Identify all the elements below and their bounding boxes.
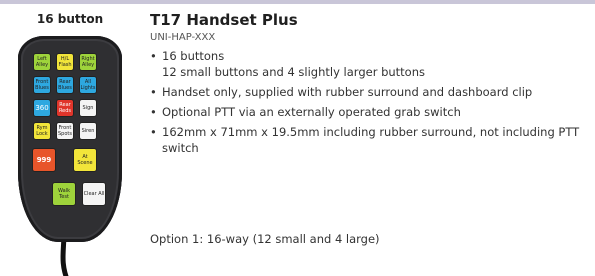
handset-button-360[interactable]: 360 xyxy=(33,99,51,117)
feature-list: 16 buttons 12 small buttons and 4 slight… xyxy=(150,48,590,160)
handset-button-rear-reds[interactable]: Rear Reds xyxy=(56,99,74,117)
button-label: H/L Flash xyxy=(58,56,72,68)
product-code: UNI-HAP-XXX xyxy=(150,32,216,43)
button-label: Clear All xyxy=(83,191,105,197)
button-label: All Lights xyxy=(80,79,96,91)
handset-button-999[interactable]: 999 xyxy=(32,148,56,172)
feature-item: Handset only, supplied with rubber surro… xyxy=(150,84,590,100)
feature-item: 162mm x 71mm x 19.5mm including rubber s… xyxy=(150,124,590,156)
handset-device: Left Alley H/L Flash Right Alley Front B… xyxy=(18,36,122,242)
handset-button-right-alley[interactable]: Right Alley xyxy=(79,53,97,71)
button-label: Front Blues xyxy=(35,79,49,91)
handset-button-all-lights[interactable]: All Lights xyxy=(79,76,97,94)
feature-item: 16 buttons 12 small buttons and 4 slight… xyxy=(150,48,590,80)
handset-button-walk-test[interactable]: Walk Test xyxy=(52,182,76,206)
feature-subtext: 12 small buttons and 4 slightly larger b… xyxy=(162,65,426,79)
feature-item: Optional PTT via an externally operated … xyxy=(150,104,590,120)
option-line: Option 1: 16-way (12 small and 4 large) xyxy=(150,232,380,246)
button-label: 999 xyxy=(36,156,52,164)
button-label: At Scene xyxy=(77,154,93,166)
handset-button-left-alley[interactable]: Left Alley xyxy=(33,53,51,71)
handset-button-rear-blues[interactable]: Rear Blues xyxy=(56,76,74,94)
handset-button-front-spots[interactable]: Front Spots xyxy=(56,122,74,140)
button-label: Walk Test xyxy=(58,188,70,200)
button-label: Rear Reds xyxy=(58,102,72,114)
product-title: T17 Handset Plus xyxy=(150,11,298,29)
handset-button-clear-all[interactable]: Clear All xyxy=(82,182,106,206)
button-label: Rym Lock xyxy=(36,125,48,137)
feature-text: 16 buttons xyxy=(162,49,225,63)
handset-button-front-blues[interactable]: Front Blues xyxy=(33,76,51,94)
button-label: Front Spots xyxy=(58,125,72,137)
button-label: 360 xyxy=(35,104,49,112)
button-label: Sign xyxy=(82,105,94,111)
feature-text: Handset only, supplied with rubber surro… xyxy=(162,85,533,99)
handset-button-at-scene[interactable]: At Scene xyxy=(73,148,97,172)
feature-text: Optional PTT via an externally operated … xyxy=(162,105,461,119)
handset-button-sign[interactable]: Sign xyxy=(79,99,97,117)
button-label: Left Alley xyxy=(35,56,49,68)
handset-button-rym-lock[interactable]: Rym Lock xyxy=(33,122,51,140)
button-label: Siren xyxy=(81,128,95,134)
button-label: Rear Blues xyxy=(58,79,72,91)
option-label: Option 1: 16-way xyxy=(150,232,249,246)
handset-button-hl-flash[interactable]: H/L Flash xyxy=(56,53,74,71)
option-detail: (12 small and 4 large) xyxy=(248,232,380,246)
feature-text: 162mm x 71mm x 19.5mm including rubber s… xyxy=(162,125,580,155)
button-label: Right Alley xyxy=(81,56,95,68)
handset-button-siren[interactable]: Siren xyxy=(79,122,97,140)
top-divider xyxy=(0,0,595,4)
handset-label: 16 button xyxy=(36,12,104,26)
